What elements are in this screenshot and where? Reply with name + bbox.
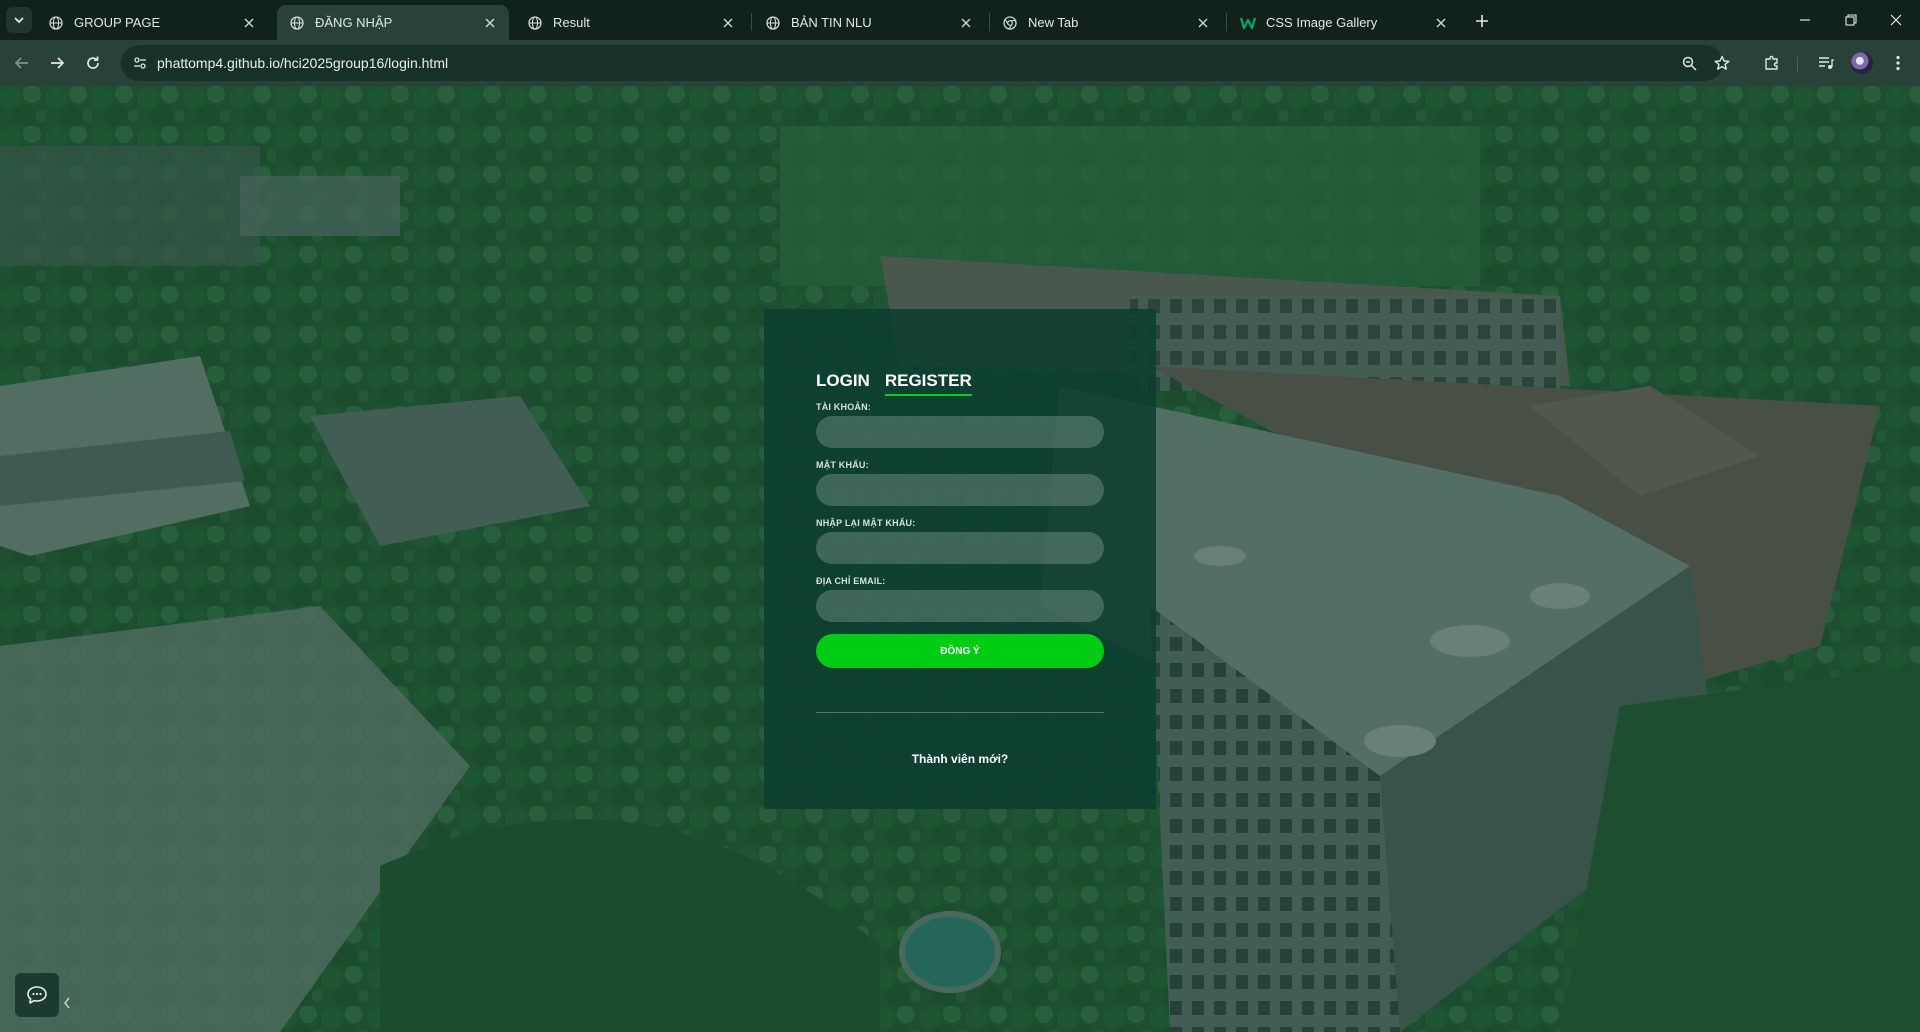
tab-new-tab[interactable]: New Tab [990,5,1222,40]
globe-icon [765,15,781,31]
tab-ban-tin-nlu[interactable]: BẢN TIN NLU [753,5,985,40]
close-icon [1890,14,1902,26]
chrome-icon [1002,15,1018,31]
bookmark-star-icon[interactable] [1711,52,1733,74]
reload-icon [87,56,99,69]
confirm-password-field: NHẬP LẠI MẬT KHẨU: [816,518,1104,564]
minimize-button[interactable] [1792,8,1818,32]
media-controls-button[interactable] [1814,51,1838,75]
close-tab-icon[interactable] [957,14,975,32]
more-vertical-icon [1896,55,1900,71]
form-divider [816,712,1104,713]
password-label: MẬT KHẨU: [816,460,869,470]
tab-title: GROUP PAGE [74,15,161,30]
tab-separator [1226,13,1227,31]
browser-toolbar: phattomp4.github.io/hci2025group16/login… [0,40,1920,86]
back-button[interactable] [10,51,34,75]
close-tab-icon[interactable] [1432,14,1450,32]
arrow-right-icon [51,57,65,69]
zoom-icon[interactable] [1678,52,1700,74]
puzzle-icon [1765,55,1778,70]
w3schools-icon [1240,15,1256,31]
new-tab-button[interactable] [1470,9,1494,33]
password-field: MẬT KHẨU: [816,460,1104,506]
confirm-password-label: NHẬP LẠI MẬT KHẨU: [816,518,916,528]
form-tabs: LOGIN REGISTER [816,371,972,396]
tab-title: New Tab [1028,15,1079,30]
tab-login[interactable]: LOGIN [816,371,870,396]
tab-title: BẢN TIN NLU [791,15,872,30]
page-viewport: LOGIN REGISTER TÀI KHOẢN: MẬT KHẨU: NHẬP… [0,86,1920,1032]
reload-button[interactable] [81,51,105,75]
restore-button[interactable] [1838,8,1864,32]
minimize-icon [1800,19,1810,21]
confirm-password-input[interactable] [816,532,1104,564]
username-input[interactable] [816,416,1104,448]
email-field: ĐỊA CHỈ EMAIL: [816,576,1104,622]
chat-collapse-button[interactable] [59,991,75,1015]
tab-css-image-gallery[interactable]: CSS Image Gallery [1228,5,1460,40]
tab-separator [751,13,752,31]
close-window-button[interactable] [1883,8,1909,32]
submit-button[interactable]: ĐỒNG Ý [816,634,1104,668]
globe-icon [527,15,543,31]
tab-dang-nhap[interactable]: ĐĂNG NHẬP [277,5,509,40]
restore-icon [1845,14,1857,26]
tab-register[interactable]: REGISTER [884,371,972,396]
tab-search-button[interactable] [6,7,32,33]
close-tab-icon[interactable] [719,14,737,32]
tab-title: Result [553,15,590,30]
tab-result[interactable]: Result [515,5,747,40]
site-settings-icon[interactable] [129,52,151,74]
tab-title: CSS Image Gallery [1266,15,1378,30]
address-bar[interactable]: phattomp4.github.io/hci2025group16/login… [121,45,1730,81]
close-tab-icon[interactable] [481,14,499,32]
chat-bubble-icon [27,986,47,1004]
close-tab-icon[interactable] [240,14,258,32]
chevron-left-icon [64,997,70,1009]
email-label: ĐỊA CHỈ EMAIL: [816,576,886,586]
close-tab-icon[interactable] [1194,14,1212,32]
plus-icon [1476,15,1488,27]
chat-widget-button[interactable] [15,973,59,1017]
username-field: TÀI KHOẢN: [816,402,1104,448]
toolbar-divider [1797,57,1798,73]
tab-group-page[interactable]: GROUP PAGE [36,5,268,40]
arrow-left-icon [14,57,28,69]
browser-menu-button[interactable] [1886,51,1910,75]
tab-title: ĐĂNG NHẬP [315,15,393,30]
tab-strip: GROUP PAGE ĐĂNG NHẬP Result BẢN TIN NLU … [0,0,1920,40]
chevron-down-icon [14,17,24,24]
forward-button[interactable] [45,51,69,75]
globe-icon [48,15,64,31]
password-input[interactable] [816,474,1104,506]
new-member-link[interactable]: Thành viên mới? [816,752,1104,766]
media-queue-icon [1819,57,1834,69]
extensions-button[interactable] [1760,51,1784,75]
profile-avatar[interactable] [1851,52,1873,74]
username-label: TÀI KHOẢN: [816,402,871,412]
globe-icon [289,15,305,31]
email-input[interactable] [816,590,1104,622]
url-text: phattomp4.github.io/hci2025group16/login… [157,55,449,71]
register-form-card: LOGIN REGISTER TÀI KHOẢN: MẬT KHẨU: NHẬP… [764,309,1156,809]
